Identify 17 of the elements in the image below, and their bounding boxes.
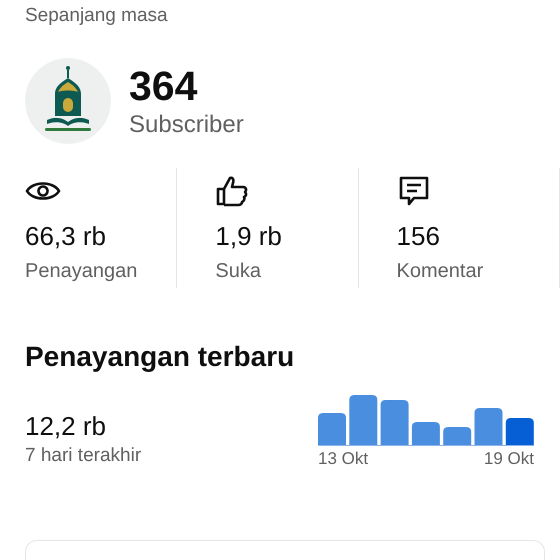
stat-label: Penayangan [25, 259, 138, 284]
stat-value: 156 [396, 220, 441, 252]
subscriber-label: Subscriber [129, 110, 244, 140]
period-label: Sepanjang masa [25, 4, 169, 28]
stat-label: Komentar [396, 259, 484, 284]
stat-value: 1,9 rb [215, 220, 283, 252]
chart-start-label: 13 Okt [318, 449, 368, 469]
recent-views-caption: 7 hari terakhir [25, 444, 142, 468]
thumbs-up-icon [215, 174, 250, 208]
recent-views-count: 12,2 rb [25, 410, 107, 442]
subscriber-count: 364 [129, 62, 198, 110]
stat-value: 66,3 rb [25, 220, 107, 252]
section-title: Penayangan terbaru [25, 340, 296, 374]
stat-label: Suka [215, 259, 262, 284]
eye-icon [25, 179, 61, 203]
chart-end-label: 19 Okt [484, 449, 534, 469]
comment-icon [396, 174, 431, 208]
